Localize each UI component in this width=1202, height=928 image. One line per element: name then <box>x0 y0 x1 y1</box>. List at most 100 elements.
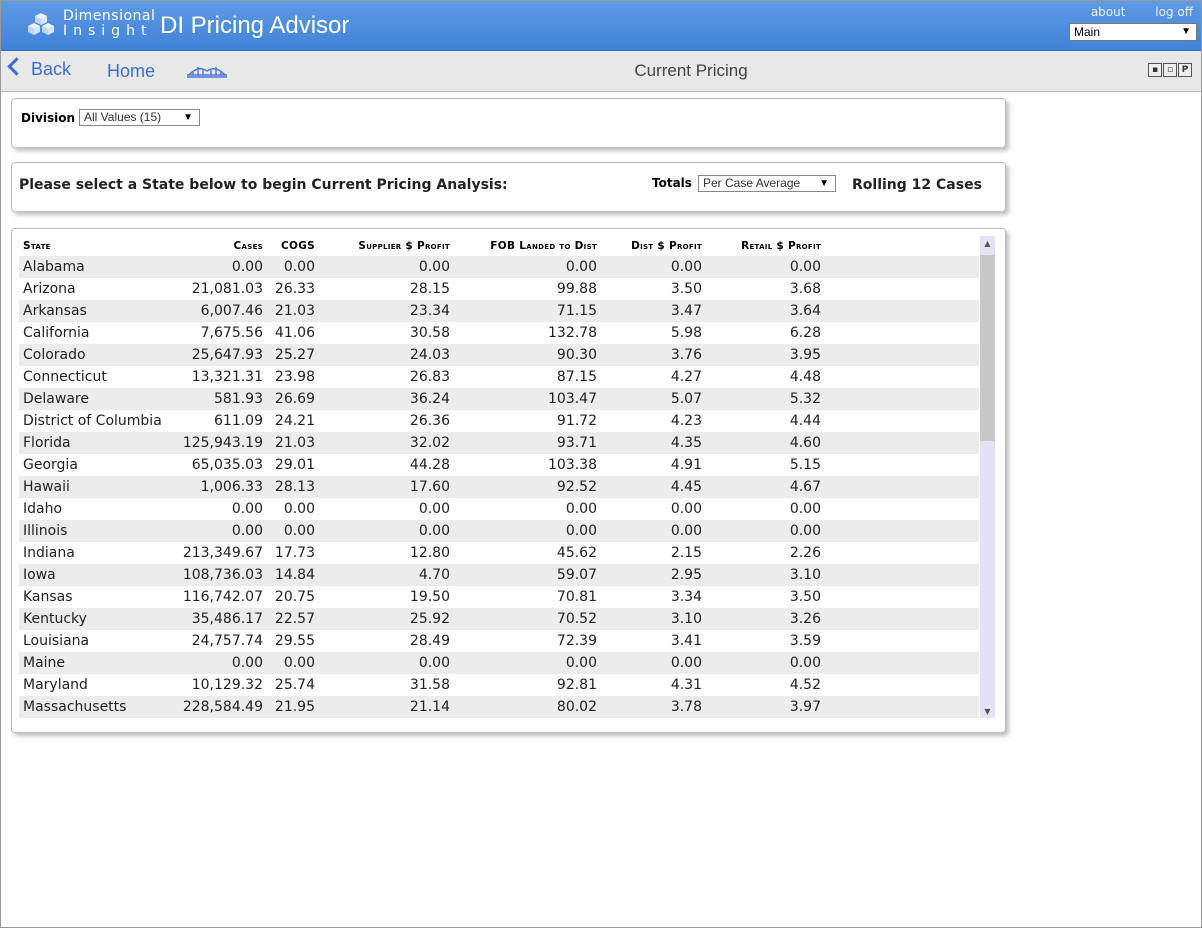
totals-select[interactable]: Per Case Average ▼ <box>698 175 836 192</box>
about-link[interactable]: about <box>1091 5 1126 19</box>
cell-dist-profit: 2.95 <box>601 564 706 586</box>
cell-dist-profit: 2.15 <box>670 545 702 561</box>
column-header-fob-landed[interactable]: FOB Landed to Dist <box>454 236 601 256</box>
column-header-cogs[interactable]: COGS <box>267 236 319 256</box>
table-row[interactable]: Florida 125,943.19 21.03 32.02 93.71 4.35 4.60 <box>19 432 979 454</box>
column-header-cases[interactable]: Cases <box>171 236 267 256</box>
page-title: Current Pricing <box>634 61 748 80</box>
cell-state[interactable]: Louisiana <box>19 630 171 652</box>
scroll-up-icon[interactable]: ▲ <box>980 239 995 248</box>
column-header-dist-profit[interactable]: Dist $ Profit <box>601 236 706 256</box>
cell-state[interactable]: California <box>19 322 171 344</box>
table-row[interactable]: Connecticut 13,321.31 23.98 26.83 87.15 4.27 4… <box>19 366 979 388</box>
company-logo-text: Dimensional Insight <box>63 9 155 38</box>
cell-state[interactable]: Kansas <box>19 586 171 608</box>
cell-cogs: 29.01 <box>274 457 315 473</box>
cell-spacer <box>825 696 979 718</box>
cell-dist-profit: 0.00 <box>601 652 706 674</box>
cell-state[interactable]: Colorado <box>19 344 171 366</box>
cell-state[interactable]: Georgia <box>19 454 171 476</box>
cell-state[interactable]: Florida <box>19 432 171 454</box>
cell-dist-profit: 5.98 <box>670 325 702 341</box>
cell-dist-profit: 3.50 <box>670 281 702 297</box>
cell-cogs: 0.00 <box>267 256 319 278</box>
table-row[interactable]: Idaho 0.00 0.00 0.00 0.00 0.00 0.00 <box>19 498 979 520</box>
back-button[interactable]: Back <box>7 57 71 80</box>
table-row[interactable]: Arkansas 6,007.46 21.03 23.34 71.15 3.47 3.64 <box>19 300 979 322</box>
cell-retail-profit: 0.00 <box>789 501 821 517</box>
table-row[interactable]: Indiana 213,349.67 17.73 12.80 45.62 2.15 2.26 <box>19 542 979 564</box>
cell-cases: 581.93 <box>171 388 267 410</box>
cell-state[interactable]: Kentucky <box>19 608 171 630</box>
cell-supplier-profit: 30.58 <box>409 325 450 341</box>
cell-state[interactable]: Idaho <box>19 498 171 520</box>
cell-cogs: 21.95 <box>267 696 319 718</box>
cell-cases: 10,129.32 <box>191 677 263 693</box>
cell-spacer <box>825 542 979 564</box>
cell-cases: 0.00 <box>171 256 267 278</box>
cell-dist-profit: 4.45 <box>601 476 706 498</box>
table-row[interactable]: California 7,675.56 41.06 30.58 132.78 5.98 6.… <box>19 322 979 344</box>
scroll-down-icon[interactable]: ▼ <box>980 707 995 716</box>
table-row[interactable]: Arizona 21,081.03 26.33 28.15 99.88 3.50 3.68 <box>19 278 979 300</box>
table-row[interactable]: Hawaii 1,006.33 28.13 17.60 92.52 4.45 4.67 <box>19 476 979 498</box>
home-button[interactable]: Home <box>107 61 155 82</box>
table-row[interactable]: Iowa 108,736.03 14.84 4.70 59.07 2.95 3.10 <box>19 564 979 586</box>
pdf-icon[interactable]: P <box>1178 63 1192 77</box>
cell-state[interactable]: Alabama <box>19 256 171 278</box>
cell-state[interactable]: Indiana <box>19 542 171 564</box>
table-row[interactable]: Georgia 65,035.03 29.01 44.28 103.38 4.91 5.15 <box>19 454 979 476</box>
cell-state[interactable]: Delaware <box>19 388 171 410</box>
cell-supplier-profit: 31.58 <box>409 677 450 693</box>
cell-retail-profit: 3.59 <box>789 633 821 649</box>
table-row[interactable]: Maine 0.00 0.00 0.00 0.00 0.00 0.00 <box>19 652 979 674</box>
division-select[interactable]: All Values (15) ▼ <box>79 109 200 126</box>
table-row[interactable]: Kansas 116,742.07 20.75 19.50 70.81 3.34 3.50 <box>19 586 979 608</box>
table-row[interactable]: Colorado 25,647.93 25.27 24.03 90.30 3.76 3.95 <box>19 344 979 366</box>
bridge-icon[interactable] <box>186 62 228 80</box>
cell-state[interactable]: Connecticut <box>19 366 171 388</box>
view-select[interactable]: Main ▼ <box>1069 23 1197 41</box>
cell-state[interactable]: Maine <box>19 652 171 674</box>
cell-state[interactable]: District of Columbia <box>19 410 171 432</box>
table-row[interactable]: Maryland 10,129.32 25.74 31.58 92.81 4.31 4.52 <box>19 674 979 696</box>
cell-spacer <box>825 410 979 432</box>
cell-state[interactable]: Massachusetts <box>19 696 171 718</box>
table-row[interactable]: Kentucky 35,486.17 22.57 25.92 70.52 3.10 3.26 <box>19 608 979 630</box>
state-pricing-table: State Cases COGS Supplier $ Profit FOB L… <box>19 236 979 718</box>
cell-retail-profit: 2.26 <box>789 545 821 561</box>
cell-state[interactable]: Iowa <box>19 564 171 586</box>
cell-cases: 0.00 <box>231 501 263 517</box>
cell-retail-profit: 4.60 <box>706 432 825 454</box>
top-links: about log off <box>1065 5 1193 19</box>
cell-state[interactable]: Maryland <box>19 674 171 696</box>
cell-cogs: 26.69 <box>267 388 319 410</box>
table-row[interactable]: Illinois 0.00 0.00 0.00 0.00 0.00 0.00 <box>19 520 979 542</box>
cell-state[interactable]: Arizona <box>19 278 171 300</box>
export-icon[interactable]: ▫ <box>1163 63 1177 77</box>
table-row[interactable]: Louisiana 24,757.74 29.55 28.49 72.39 3.41 3.5… <box>19 630 979 652</box>
column-header-supplier-profit[interactable]: Supplier $ Profit <box>319 236 454 256</box>
cell-spacer <box>825 520 979 542</box>
cell-retail-profit: 0.00 <box>706 520 825 542</box>
column-header-retail-profit[interactable]: Retail $ Profit <box>706 236 825 256</box>
cell-state[interactable]: Illinois <box>19 520 171 542</box>
app-title: DI Pricing Advisor <box>160 12 350 39</box>
cell-state[interactable]: Hawaii <box>19 476 171 498</box>
cell-dist-profit: 3.47 <box>601 300 706 322</box>
table-row[interactable]: Massachusetts 228,584.49 21.95 21.14 80.02 3.… <box>19 696 979 718</box>
vertical-scrollbar[interactable]: ▲ ▼ <box>980 236 995 718</box>
cell-cases: 65,035.03 <box>191 457 263 473</box>
table-row[interactable]: Alabama 0.00 0.00 0.00 0.00 0.00 0.00 <box>19 256 979 278</box>
column-header-state[interactable]: State <box>19 236 171 256</box>
scrollbar-thumb[interactable] <box>980 255 995 441</box>
division-label: Division <box>21 111 76 125</box>
table-row[interactable]: District of Columbia 611.09 24.21 26.36 91.7… <box>19 410 979 432</box>
print-icon[interactable]: ▪ <box>1148 63 1162 77</box>
totals-label: Totals <box>652 176 692 190</box>
log-off-link[interactable]: log off <box>1155 5 1193 19</box>
logo-line-2: Insight <box>63 23 153 39</box>
table-row[interactable]: Delaware 581.93 26.69 36.24 103.47 5.07 5.32 <box>19 388 979 410</box>
cell-fob-landed: 0.00 <box>454 520 601 542</box>
cell-state[interactable]: Arkansas <box>19 300 171 322</box>
